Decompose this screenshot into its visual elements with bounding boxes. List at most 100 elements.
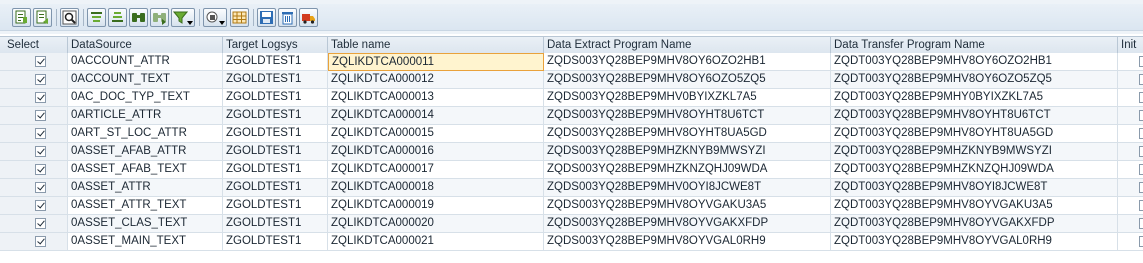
init-cell[interactable]	[1118, 89, 1143, 107]
select-cell[interactable]	[0, 107, 68, 125]
extract-program-cell[interactable]: ZQDS003YQ28BEP9MHV8OYHT8U6TCT	[544, 107, 831, 125]
transfer-program-cell[interactable]: ZQDT003YQ28BEP9MHY0BYIXZKL7A5	[831, 89, 1118, 107]
target-logsys-cell[interactable]: ZGOLDTEST1	[223, 179, 328, 197]
transport-icon[interactable]	[299, 8, 318, 27]
datasource-cell[interactable]: 0ASSET_ATTR_TEXT	[68, 197, 223, 215]
select-checkbox[interactable]	[35, 146, 46, 157]
select-checkbox[interactable]	[35, 74, 46, 85]
table-name-cell[interactable]: ZQLIKDTCA000020	[328, 215, 544, 233]
select-checkbox[interactable]	[35, 128, 46, 139]
init-cell[interactable]	[1118, 53, 1143, 71]
target-logsys-cell[interactable]: ZGOLDTEST1	[223, 143, 328, 161]
init-checkbox[interactable]	[1139, 74, 1143, 85]
init-cell[interactable]	[1118, 161, 1143, 179]
datasource-cell[interactable]: 0ASSET_CLAS_TEXT	[68, 215, 223, 233]
select-checkbox[interactable]	[35, 56, 46, 67]
select-cell[interactable]	[0, 233, 68, 251]
table-name-cell[interactable]: ZQLIKDTCA000015	[328, 125, 544, 143]
target-logsys-cell[interactable]: ZGOLDTEST1	[223, 125, 328, 143]
init-cell[interactable]	[1118, 107, 1143, 125]
select-checkbox[interactable]	[35, 218, 46, 229]
init-checkbox[interactable]	[1139, 146, 1143, 157]
init-checkbox[interactable]	[1139, 218, 1143, 229]
select-cell[interactable]	[0, 215, 68, 233]
table-row[interactable]: 0ART_ST_LOC_ATTR ZGOLDTEST1 ZQLIKDTCA00001…	[0, 125, 1143, 143]
select-cell[interactable]	[0, 179, 68, 197]
sort-ascending-icon[interactable]	[87, 8, 106, 27]
transfer-program-cell[interactable]: ZQDT003YQ28BEP9MHV8OY6OZO5ZQ5	[831, 71, 1118, 89]
table-name-cell[interactable]: ZQLIKDTCA000019	[328, 197, 544, 215]
select-cell[interactable]	[0, 161, 68, 179]
sort-descending-icon[interactable]	[108, 8, 127, 27]
table-name-cell[interactable]: ZQLIKDTCA000013	[328, 89, 544, 107]
column-header-extract-program[interactable]: Data Extract Program Name	[544, 37, 831, 53]
init-cell[interactable]	[1118, 179, 1143, 197]
column-header-table-name[interactable]: Table name	[328, 37, 544, 53]
table-name-cell[interactable]: ZQLIKDTCA000021	[328, 233, 544, 251]
transfer-program-cell[interactable]: ZQDT003YQ28BEP9MHV8OYVGAL0RH9	[831, 233, 1118, 251]
extract-program-cell[interactable]: ZQDS003YQ28BEP9MHV8OYVGAL0RH9	[544, 233, 831, 251]
table-row[interactable]: 0ACCOUNT_TEXT ZGOLDTEST1 ZQLIKDTCA000012 ZQ…	[0, 71, 1143, 89]
init-checkbox[interactable]	[1139, 164, 1143, 175]
table-name-cell[interactable]: ZQLIKDTCA000014	[328, 107, 544, 125]
column-header-init[interactable]: Init	[1118, 37, 1143, 53]
table-row[interactable]: 0ASSET_CLAS_TEXT ZGOLDTEST1 ZQLIKDTCA00002…	[0, 215, 1143, 233]
transfer-program-cell[interactable]: ZQDT003YQ28BEP9MHZKNYB9MWSYZI	[831, 143, 1118, 161]
datasource-cell[interactable]: 0ART_ST_LOC_ATTR	[68, 125, 223, 143]
select-checkbox[interactable]	[35, 182, 46, 193]
table-row[interactable]: 0ARTICLE_ATTR ZGOLDTEST1 ZQLIKDTCA000014 ZQ…	[0, 107, 1143, 125]
datasource-cell[interactable]: 0ASSET_MAIN_TEXT	[68, 233, 223, 251]
init-cell[interactable]	[1118, 233, 1143, 251]
find-icon[interactable]	[129, 8, 148, 27]
extract-program-cell[interactable]: ZQDS003YQ28BEP9MHV0OYI8JCWE8T	[544, 179, 831, 197]
extract-program-cell[interactable]: ZQDS003YQ28BEP9MHZKNYB9MWSYZI	[544, 143, 831, 161]
select-cell[interactable]	[0, 143, 68, 161]
extract-program-cell[interactable]: ZQDS003YQ28BEP9MHV0BYIXZKL7A5	[544, 89, 831, 107]
init-checkbox[interactable]	[1139, 56, 1143, 67]
init-checkbox[interactable]	[1139, 182, 1143, 193]
target-logsys-cell[interactable]: ZGOLDTEST1	[223, 53, 328, 71]
target-logsys-cell[interactable]: ZGOLDTEST1	[223, 89, 328, 107]
table-row[interactable]: 0ASSET_AFAB_ATTR ZGOLDTEST1 ZQLIKDTCA00001…	[0, 143, 1143, 161]
table-row[interactable]: 0AC_DOC_TYP_TEXT ZGOLDTEST1 ZQLIKDTCA00001…	[0, 89, 1143, 107]
init-cell[interactable]	[1118, 197, 1143, 215]
extract-program-cell[interactable]: ZQDS003YQ28BEP9MHV8OY6OZO2HB1	[544, 53, 831, 71]
table-row[interactable]: 0ACCOUNT_ATTR ZGOLDTEST1 ZQLIKDTCA000011 ZQ…	[0, 53, 1143, 71]
select-checkbox[interactable]	[35, 200, 46, 211]
save-icon[interactable]	[257, 8, 276, 27]
init-cell[interactable]	[1118, 143, 1143, 161]
transfer-program-cell[interactable]: ZQDT003YQ28BEP9MHZKNZQHJ09WDA	[831, 161, 1118, 179]
table-row[interactable]: 0ASSET_ATTR_TEXT ZGOLDTEST1 ZQLIKDTCA00001…	[0, 197, 1143, 215]
transfer-program-cell[interactable]: ZQDT003YQ28BEP9MHV8OYHT8U6TCT	[831, 107, 1118, 125]
transfer-program-cell[interactable]: ZQDT003YQ28BEP9MHV8OYVGAKU3A5	[831, 197, 1118, 215]
select-cell[interactable]	[0, 197, 68, 215]
table-row[interactable]: 0ASSET_ATTR ZGOLDTEST1 ZQLIKDTCA000018 ZQDS…	[0, 179, 1143, 197]
select-cell[interactable]	[0, 89, 68, 107]
select-checkbox[interactable]	[35, 236, 46, 247]
target-logsys-cell[interactable]: ZGOLDTEST1	[223, 107, 328, 125]
filter-icon[interactable]	[171, 8, 195, 27]
select-cell[interactable]	[0, 53, 68, 71]
layout-icon[interactable]	[203, 8, 227, 27]
datasource-cell[interactable]: 0AC_DOC_TYP_TEXT	[68, 89, 223, 107]
extract-program-cell[interactable]: ZQDS003YQ28BEP9MHZKNZQHJ09WDA	[544, 161, 831, 179]
column-header-select[interactable]: Select	[0, 37, 68, 53]
table-name-cell[interactable]: ZQLIKDTCA000011	[328, 53, 544, 71]
column-header-datasource[interactable]: DataSource	[68, 37, 223, 53]
extract-program-cell[interactable]: ZQDS003YQ28BEP9MHV8OYHT8UA5GD	[544, 125, 831, 143]
table-name-cell[interactable]: ZQLIKDTCA000016	[328, 143, 544, 161]
table-name-cell[interactable]: ZQLIKDTCA000018	[328, 179, 544, 197]
details-icon[interactable]	[12, 8, 31, 27]
select-checkbox[interactable]	[35, 110, 46, 121]
select-cell[interactable]	[0, 125, 68, 143]
transfer-program-cell[interactable]: ZQDT003YQ28BEP9MHV8OYI8JCWE8T	[831, 179, 1118, 197]
target-logsys-cell[interactable]: ZGOLDTEST1	[223, 71, 328, 89]
target-logsys-cell[interactable]: ZGOLDTEST1	[223, 161, 328, 179]
init-cell[interactable]	[1118, 125, 1143, 143]
target-logsys-cell[interactable]: ZGOLDTEST1	[223, 197, 328, 215]
delete-icon[interactable]	[278, 8, 297, 27]
datasource-cell[interactable]: 0ASSET_AFAB_ATTR	[68, 143, 223, 161]
init-checkbox[interactable]	[1139, 236, 1143, 247]
find-next-icon[interactable]	[150, 8, 169, 27]
init-cell[interactable]	[1118, 71, 1143, 89]
